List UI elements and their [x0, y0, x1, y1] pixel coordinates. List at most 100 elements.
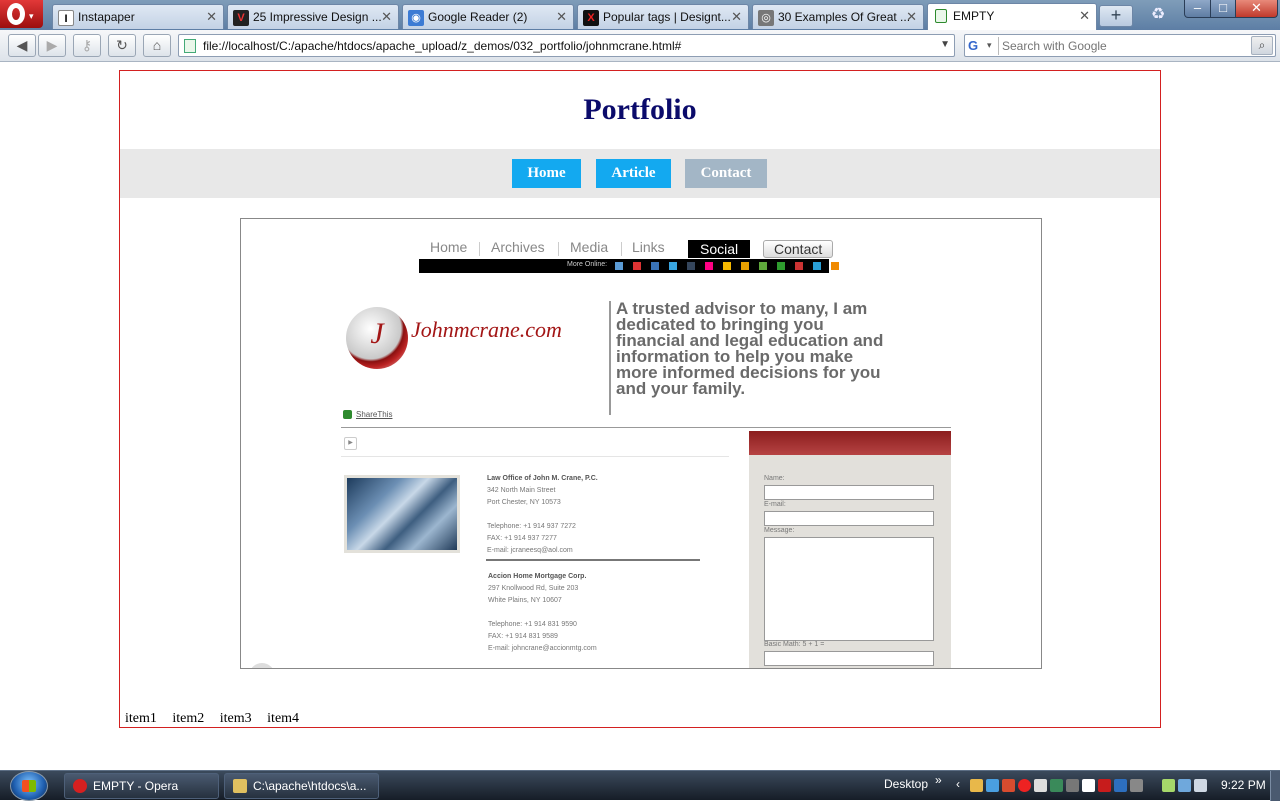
show-desktop-button[interactable]: [1270, 771, 1280, 801]
back-button[interactable]: ◀: [8, 34, 36, 57]
math-label: Basic Math: 5 + 1 =: [764, 641, 825, 648]
tab-bar: ▾ I Instapaper ✕ V 25 Impressive Design …: [0, 0, 1280, 30]
taskbar-explorer[interactable]: C:\apache\htdocs\a...: [224, 773, 379, 799]
tab-design[interactable]: V 25 Impressive Design ... ✕: [227, 4, 399, 29]
wand-key-button[interactable]: ⚷: [73, 34, 101, 57]
screenshot-nav-home: Home: [430, 239, 468, 255]
tray-app-icon[interactable]: [1002, 779, 1015, 792]
opera-tray-icon[interactable]: [1018, 779, 1031, 792]
divider: [341, 427, 951, 428]
sharethis-label: ShareThis: [356, 410, 393, 419]
office1-fax: FAX: +1 914 937 7277: [487, 535, 557, 542]
tray-app-icon[interactable]: [1066, 779, 1079, 792]
item-list: item1 item2 item3 item4: [125, 711, 311, 727]
office1-address: Law Office of John M. Crane, P.C. 342 No…: [487, 473, 598, 557]
power-icon[interactable]: [1162, 779, 1175, 792]
page-icon: [935, 9, 947, 23]
close-tab-icon[interactable]: ✕: [206, 9, 217, 25]
google-icon[interactable]: G: [968, 38, 986, 54]
search-input[interactable]: [1002, 38, 1242, 54]
office1-street: 342 North Main Street: [487, 487, 556, 494]
close-tab-icon[interactable]: ✕: [1079, 8, 1090, 24]
tray-app-icon[interactable]: [1034, 779, 1047, 792]
share-icon: [343, 410, 352, 420]
tab-instapaper[interactable]: I Instapaper ✕: [52, 4, 224, 29]
office2-email: E-mail: johncrane@accionmtg.com: [488, 645, 597, 652]
address-url[interactable]: file://localhost/C:/apache/htdocs/apache…: [203, 39, 681, 53]
tab-label: 30 Examples Of Great ...: [778, 10, 911, 24]
rss-icon: ◉: [408, 10, 424, 26]
chevron-left-icon[interactable]: ‹: [956, 777, 960, 791]
chat-bubble-icon: [249, 663, 275, 668]
page-viewport: Portfolio Home Article Contact Home Arch…: [0, 63, 1280, 770]
tray-app-icon[interactable]: [970, 779, 983, 792]
search-icon[interactable]: ⌕: [1251, 36, 1273, 55]
desktop-toolbar-label[interactable]: Desktop: [884, 777, 928, 791]
flickr-icon: [705, 262, 713, 270]
network-icon[interactable]: [1178, 779, 1191, 792]
close-tab-icon[interactable]: ✕: [906, 9, 917, 25]
math-field: [764, 651, 934, 666]
tab-google-reader[interactable]: ◉ Google Reader (2) ✕: [402, 4, 574, 29]
tray-app-icon[interactable]: [1050, 779, 1063, 792]
opera-icon: [73, 779, 87, 793]
tray-app-icon[interactable]: [1114, 779, 1127, 792]
reload-button[interactable]: ↻: [108, 34, 136, 57]
taskbar-opera[interactable]: EMPTY - Opera: [64, 773, 219, 799]
tray-app-icon[interactable]: [1082, 779, 1095, 792]
search-box[interactable]: G ▾ ⌕: [964, 34, 1276, 57]
office2-address: Accion Home Mortgage Corp. 297 Knollwood…: [488, 571, 597, 655]
close-tab-icon[interactable]: ✕: [556, 9, 567, 25]
form-header: [749, 431, 951, 455]
item-link[interactable]: item4: [267, 711, 299, 726]
address-bar[interactable]: file://localhost/C:/apache/htdocs/apache…: [178, 34, 955, 57]
tab-designtags[interactable]: X Popular tags | Designt... ✕: [577, 4, 749, 29]
mcafee-icon[interactable]: [1098, 779, 1111, 792]
office2-city: White Plains, NY 10607: [488, 597, 562, 604]
opera-menu-button[interactable]: ▾: [0, 0, 43, 28]
more-online-label: More Online:: [567, 261, 608, 268]
play-icon: ▶: [344, 437, 357, 450]
chevron-down-icon[interactable]: ▾: [987, 40, 992, 51]
message-label: Message:: [764, 527, 795, 534]
item-link[interactable]: item2: [172, 711, 204, 726]
start-button[interactable]: [10, 771, 48, 801]
tab-examples[interactable]: ◎ 30 Examples Of Great ... ✕: [752, 4, 924, 29]
nav-home-button[interactable]: Home: [512, 159, 581, 188]
taskbar-label: EMPTY - Opera: [93, 779, 179, 793]
item-link[interactable]: item3: [220, 711, 252, 726]
delicious-icon: [615, 262, 623, 270]
volume-icon[interactable]: [1194, 779, 1207, 792]
logo-text: Johnmcrane.com: [411, 317, 562, 342]
tray-app-icon[interactable]: [986, 779, 999, 792]
nav-contact-button[interactable]: Contact: [685, 159, 767, 188]
chevron-right-icon[interactable]: »: [935, 773, 942, 787]
navigation-toolbar: ◀ ▶ ⚷ ↻ ⌂ file://localhost/C:/apache/htd…: [0, 30, 1280, 62]
tagline: A trusted advisor to many, I am dedicate…: [616, 299, 884, 398]
message-field: [764, 537, 934, 641]
office1-tel: Telephone: +1 914 937 7272: [487, 523, 576, 530]
close-tab-icon[interactable]: ✕: [381, 9, 392, 25]
trash-icon[interactable]: ♻: [1148, 4, 1168, 26]
screenshot-nav-archives: Archives: [491, 239, 545, 255]
divider: [486, 559, 700, 561]
minimize-button[interactable]: –: [1184, 0, 1211, 18]
divider: [341, 456, 729, 457]
chevron-down-icon[interactable]: ▼: [940, 39, 950, 50]
tab-empty[interactable]: EMPTY ✕: [927, 3, 1097, 30]
sharethis-link: ShareThis: [343, 410, 393, 420]
home-button[interactable]: ⌂: [143, 34, 171, 57]
close-window-button[interactable]: ✕: [1235, 0, 1278, 18]
tray-app-icon[interactable]: [1130, 779, 1143, 792]
screenshot-nav-contact: Contact: [763, 240, 834, 258]
item-link[interactable]: item1: [125, 711, 157, 726]
new-tab-button[interactable]: +: [1099, 5, 1133, 27]
office1-name: Law Office of John M. Crane, P.C.: [487, 475, 598, 482]
maximize-button[interactable]: □: [1210, 0, 1236, 18]
blogger-icon: [723, 262, 731, 270]
clock[interactable]: 9:22 PM: [1221, 778, 1266, 792]
close-tab-icon[interactable]: ✕: [731, 9, 742, 25]
page-icon: [184, 39, 196, 53]
forward-button[interactable]: ▶: [38, 34, 66, 57]
nav-article-button[interactable]: Article: [596, 159, 671, 188]
